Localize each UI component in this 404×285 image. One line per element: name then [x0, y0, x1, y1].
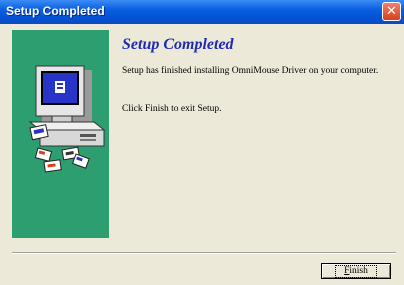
finish-button[interactable]: Finish — [321, 263, 391, 279]
side-panel — [12, 30, 109, 238]
close-icon: ✕ — [386, 4, 397, 19]
completion-message: Setup has finished installing OmniMouse … — [122, 66, 379, 76]
setup-dialog: Setup Completed ✕ Setup Completed Setup … — [0, 0, 404, 285]
computer-setup-illustration — [28, 65, 106, 173]
finish-instruction: Click Finish to exit Setup. — [122, 104, 222, 114]
finish-button-label: Finish — [335, 264, 377, 278]
close-button[interactable]: ✕ — [382, 2, 401, 21]
dialog-heading: Setup Completed — [122, 36, 234, 53]
dialog-body: Setup Completed Setup has finished insta… — [3, 24, 401, 282]
title-bar: Setup Completed ✕ — [0, 0, 404, 24]
window-title: Setup Completed — [6, 4, 105, 18]
divider — [12, 252, 396, 254]
